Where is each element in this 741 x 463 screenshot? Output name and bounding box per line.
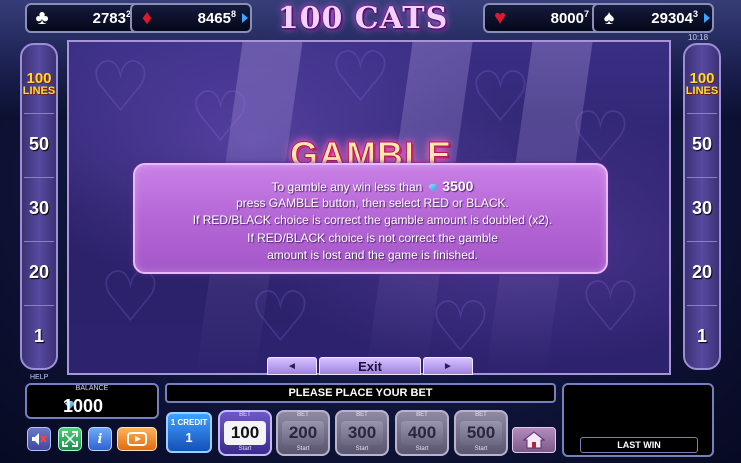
bet-start-label: Start bbox=[296, 446, 310, 452]
expand-arrows-icon bbox=[62, 431, 78, 447]
arrow-right-icon bbox=[704, 13, 710, 23]
line-option-1[interactable]: 1 bbox=[24, 305, 54, 367]
jackpot-spades-value: 293043 bbox=[651, 9, 698, 27]
info-button[interactable]: i bbox=[88, 427, 112, 451]
line-option-30[interactable]: 30 bbox=[687, 177, 717, 239]
gamble-text-line-5: amount is lost and the game is finished. bbox=[267, 248, 478, 262]
lines-badge[interactable]: 100 LINES bbox=[22, 71, 56, 97]
lines-badge-text: LINES bbox=[22, 85, 56, 97]
jackpot-spades: ♠ 293043 bbox=[592, 3, 714, 33]
line-option-1[interactable]: 1 bbox=[687, 305, 717, 367]
line-option-30[interactable]: 30 bbox=[24, 177, 54, 239]
gamble-text-line-1: To gamble any win less than 3500 bbox=[271, 178, 474, 194]
jackpot-clubs: ♣ 27832 bbox=[25, 3, 147, 33]
bet-tag: BET bbox=[416, 412, 428, 418]
bet-tag: BET bbox=[239, 412, 251, 418]
balance-label: BALANCE bbox=[75, 385, 109, 392]
bet-tag: BET bbox=[475, 412, 487, 418]
hearts-icon: ♥ bbox=[494, 7, 506, 29]
gamble-text-line-2: press GAMBLE button, then select RED or … bbox=[236, 196, 509, 210]
heart-decoration: ♡ bbox=[429, 286, 492, 368]
heart-decoration: ♡ bbox=[569, 96, 632, 178]
heart-decoration: ♡ bbox=[579, 266, 642, 348]
heart-decoration: ♡ bbox=[469, 56, 532, 138]
jackpot-diamonds-value: 84658 bbox=[197, 9, 236, 27]
speaker-muted-icon bbox=[32, 433, 47, 445]
spades-icon: ♠ bbox=[603, 7, 615, 29]
lines-panel-left: 100 LINES 50 30 20 1 bbox=[20, 43, 58, 370]
credit-value: 1 bbox=[185, 430, 193, 445]
lines-badge-number: 100 bbox=[26, 70, 52, 87]
bet-start-label: Start bbox=[355, 446, 369, 452]
info-icon: i bbox=[97, 431, 103, 447]
lines-badge-text: LINES bbox=[685, 85, 719, 97]
gamble-text-line-3: If RED/BLACK choice is correct the gambl… bbox=[192, 213, 553, 227]
arrow-right-icon bbox=[242, 13, 248, 23]
bet-300-button[interactable]: BET 300 Start bbox=[335, 410, 389, 456]
bet-value: 500 bbox=[460, 421, 502, 445]
last-win-label: LAST WIN bbox=[580, 437, 698, 453]
lines-badge-number: 100 bbox=[689, 70, 715, 87]
gamble-text-line-4: If RED/BLACK choice is not correct the g… bbox=[247, 231, 498, 245]
bet-start-label: Start bbox=[415, 446, 429, 452]
bet-value: 200 bbox=[282, 421, 324, 445]
help-label[interactable]: HELP bbox=[30, 374, 48, 381]
diamonds-icon: ♦ bbox=[141, 7, 153, 29]
exit-button[interactable]: Exit bbox=[319, 357, 421, 375]
last-win-display: LAST WIN bbox=[562, 383, 714, 457]
home-icon bbox=[523, 431, 545, 449]
bet-start-label: Start bbox=[238, 446, 252, 452]
jackpot-diamonds: ♦ 84658 bbox=[130, 3, 252, 33]
lines-panel-right: 100 LINES 50 30 20 1 bbox=[683, 43, 721, 370]
balance-value: 1000 bbox=[63, 396, 104, 416]
line-option-20[interactable]: 20 bbox=[687, 241, 717, 303]
bet-value: 400 bbox=[401, 421, 443, 445]
jackpot-hearts-value: 80007 bbox=[550, 9, 589, 27]
bet-100-button[interactable]: BET 100 Start bbox=[218, 410, 272, 456]
heart-decoration: ♡ bbox=[329, 40, 392, 118]
sound-toggle-button[interactable] bbox=[27, 427, 51, 451]
home-button[interactable] bbox=[512, 427, 556, 453]
next-page-button[interactable]: ► bbox=[423, 357, 473, 375]
credit-label: 1 CREDIT bbox=[170, 418, 208, 427]
autoplay-button[interactable] bbox=[117, 427, 157, 451]
credit-value-button[interactable]: 1 CREDIT 1 bbox=[166, 412, 212, 453]
bet-value: 300 bbox=[341, 421, 383, 445]
clock: 10:18 bbox=[688, 33, 709, 42]
clubs-icon: ♣ bbox=[35, 7, 49, 29]
lines-badge[interactable]: 100 LINES bbox=[685, 71, 719, 97]
gamble-info-panel: To gamble any win less than 3500 press GA… bbox=[133, 163, 608, 274]
bet-500-button[interactable]: BET 500 Start bbox=[454, 410, 508, 456]
bet-tag: BET bbox=[356, 412, 368, 418]
heart-decoration: ♡ bbox=[249, 276, 312, 358]
jackpot-hearts: ♥ 80007 bbox=[483, 3, 605, 33]
fullscreen-button[interactable] bbox=[58, 427, 82, 451]
bet-tag: BET bbox=[297, 412, 309, 418]
bet-start-label: Start bbox=[474, 446, 488, 452]
balance-display: BALANCE 1000 bbox=[25, 383, 159, 419]
line-option-50[interactable]: 50 bbox=[687, 113, 717, 175]
line-option-20[interactable]: 20 bbox=[24, 241, 54, 303]
game-screen: ♣ 27832 ♦ 84658 100 CATS ♥ 80007 ♠ 29304… bbox=[0, 0, 741, 463]
heart-decoration: ♡ bbox=[189, 76, 252, 158]
heart-decoration: ♡ bbox=[89, 46, 152, 128]
bet-value: 100 bbox=[224, 421, 266, 445]
line-option-50[interactable]: 50 bbox=[24, 113, 54, 175]
game-logo: 100 CATS bbox=[277, 0, 449, 36]
autoplay-icon bbox=[127, 432, 147, 446]
bet-200-button[interactable]: BET 200 Start bbox=[276, 410, 330, 456]
status-message: PLEASE PLACE YOUR BET bbox=[165, 383, 556, 403]
previous-page-button[interactable]: ◄ bbox=[267, 357, 317, 375]
diamond-icon bbox=[428, 183, 439, 192]
bet-400-button[interactable]: BET 400 Start bbox=[395, 410, 449, 456]
